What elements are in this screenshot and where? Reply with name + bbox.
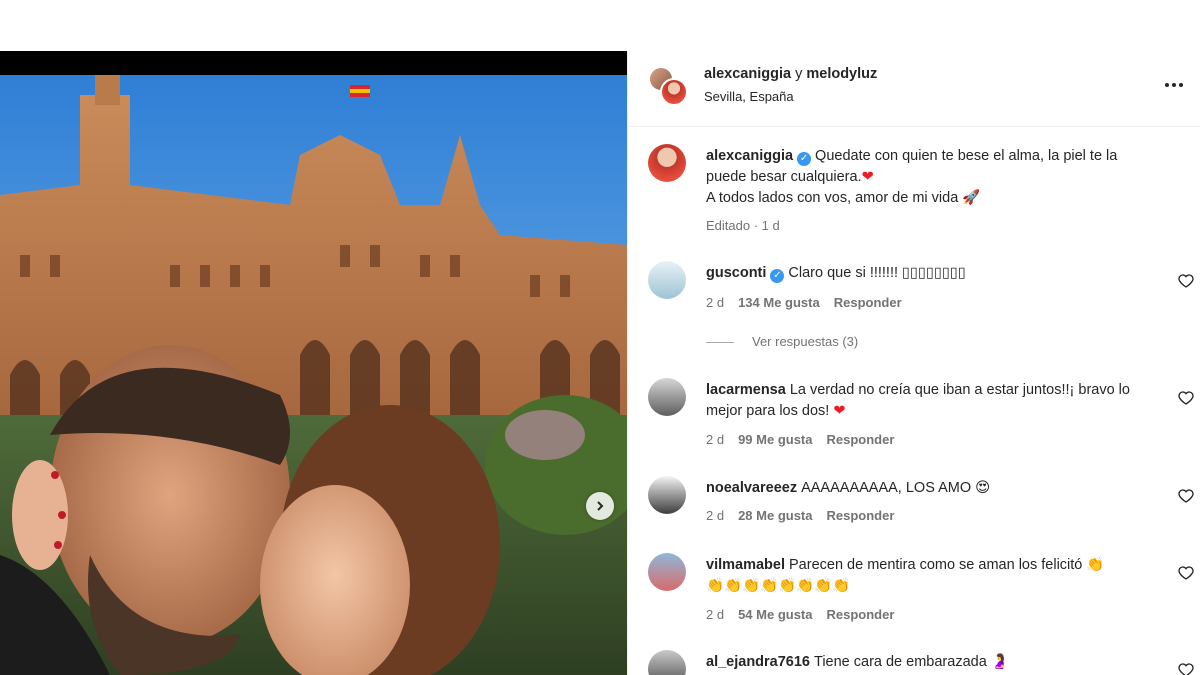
comment-likes[interactable]: 99 Me gusta bbox=[738, 432, 812, 447]
avatar[interactable] bbox=[648, 378, 686, 416]
rocket-emoji: 🚀 bbox=[962, 190, 981, 206]
comment-username[interactable]: al_ejandra7616 bbox=[706, 654, 810, 670]
more-options-icon bbox=[1165, 83, 1169, 87]
post-authors: alexcaniggia y melodyluz bbox=[704, 66, 877, 82]
post-details-panel: alexcaniggia y melodyluz Sevilla, España… bbox=[627, 51, 1200, 675]
reply-button[interactable]: Responder bbox=[827, 607, 895, 622]
view-replies-label: Ver respuestas (3) bbox=[752, 334, 859, 349]
comment-likes[interactable]: 134 Me gusta bbox=[738, 295, 820, 310]
comment-username[interactable]: lacarmensa bbox=[706, 382, 786, 398]
reply-button[interactable]: Responder bbox=[834, 295, 902, 310]
avatar[interactable] bbox=[648, 261, 686, 299]
clap-emoji-row: 👏👏👏👏👏👏👏👏 bbox=[706, 578, 851, 594]
caption-text-line2: A todos lados con vos, amor de mi vida bbox=[706, 190, 959, 206]
verified-badge-icon: ✓ bbox=[770, 269, 785, 283]
post-photo bbox=[0, 75, 627, 675]
reply-button[interactable]: Responder bbox=[827, 432, 895, 447]
heart-outline-icon[interactable] bbox=[1178, 273, 1194, 289]
post-media bbox=[0, 51, 627, 675]
comment-text: Claro que si !!!!!!! ▯▯▯▯▯▯▯▯ bbox=[788, 265, 966, 281]
verified-badge-icon: ✓ bbox=[797, 152, 812, 166]
heart-outline-icon[interactable] bbox=[1178, 662, 1194, 675]
pregnant-emoji: 🤰 bbox=[990, 654, 1009, 670]
heart-outline-icon[interactable] bbox=[1178, 565, 1194, 581]
avatar[interactable] bbox=[648, 144, 686, 182]
heart-outline-icon[interactable] bbox=[1178, 488, 1194, 504]
reply-button[interactable]: Responder bbox=[827, 508, 895, 523]
heart-emoji: ❤ bbox=[833, 403, 846, 419]
coauthor-username[interactable]: melodyluz bbox=[806, 66, 877, 82]
view-replies-button[interactable]: Ver respuestas (3) bbox=[706, 334, 858, 349]
more-options-button[interactable] bbox=[1162, 73, 1186, 97]
clap-emoji: 👏 bbox=[1086, 557, 1105, 573]
comment-text: AAAAAAAAAA, LOS AMO bbox=[801, 480, 972, 496]
heart-emoji: ❤ bbox=[861, 169, 874, 185]
instagram-post-modal: alexcaniggia y melodyluz Sevilla, España… bbox=[0, 0, 1200, 675]
comment-username[interactable]: gusconti bbox=[706, 265, 766, 281]
author-username[interactable]: alexcaniggia bbox=[704, 66, 791, 82]
comment-likes[interactable]: 28 Me gusta bbox=[738, 508, 812, 523]
heart-eyes-emoji: 😍 bbox=[975, 480, 991, 496]
comment-text: Tiene cara de embarazada bbox=[814, 654, 987, 670]
post-header: alexcaniggia y melodyluz Sevilla, España bbox=[628, 51, 1200, 127]
comment-username[interactable]: vilmamabel bbox=[706, 557, 785, 573]
author-conjunction: y bbox=[795, 66, 803, 82]
chevron-right-icon bbox=[597, 501, 604, 511]
avatar[interactable] bbox=[648, 476, 686, 514]
comment-age: 2 d bbox=[706, 432, 725, 447]
caption-meta: Editado · 1 d bbox=[706, 218, 780, 233]
comment-likes[interactable]: 54 Me gusta bbox=[738, 607, 812, 622]
comment-age: 2 d bbox=[706, 508, 725, 523]
author-avatars[interactable] bbox=[648, 66, 688, 106]
comment-age: 2 d bbox=[706, 607, 725, 622]
comments-feed[interactable]: alexcaniggia ✓ Quedate con quien te bese e… bbox=[628, 128, 1200, 675]
comment-text: Parecen de mentira como se aman los feli… bbox=[789, 557, 1083, 573]
avatar bbox=[660, 78, 688, 106]
post-location[interactable]: Sevilla, España bbox=[704, 89, 794, 104]
avatar[interactable] bbox=[648, 650, 686, 675]
comment-age: 2 d bbox=[706, 295, 725, 310]
heart-outline-icon[interactable] bbox=[1178, 390, 1194, 406]
next-photo-button[interactable] bbox=[586, 492, 614, 520]
media-letterbox bbox=[0, 51, 627, 75]
caption-username[interactable]: alexcaniggia bbox=[706, 148, 793, 164]
comment-username[interactable]: noealvareeez bbox=[706, 480, 797, 496]
avatar[interactable] bbox=[648, 553, 686, 591]
